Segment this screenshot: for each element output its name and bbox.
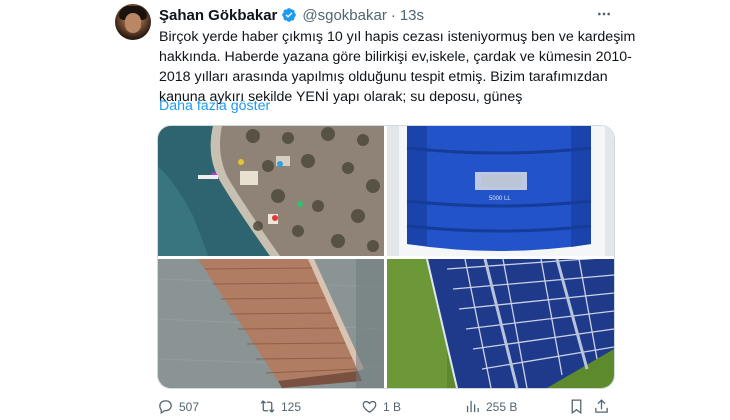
tweet-text-line: hakkında. Haberde yazana göre bilirkişi … — [159, 49, 632, 65]
retweet-icon — [260, 400, 275, 413]
share-button[interactable] — [593, 398, 610, 415]
reply-count: 507 — [179, 399, 200, 414]
reply-button[interactable]: 507 — [157, 398, 199, 415]
action-bar: 507 125 1 B 255 B — [157, 398, 613, 418]
author-name[interactable]: Şahan Gökbakar — [159, 7, 277, 24]
tweet: Şahan Gökbakar @sgokbakar · 13s Birçok y… — [0, 0, 730, 420]
solar-panel-photo[interactable] — [387, 259, 614, 388]
like-button[interactable]: 1 B — [361, 398, 401, 415]
water-tank-photo[interactable]: 5000 LL — [387, 126, 614, 256]
retweet-count: 125 — [281, 399, 302, 414]
pier-photo[interactable] — [158, 259, 384, 388]
share-icon — [595, 399, 608, 413]
tweet-text-line: 2018 yılları arasında yapılmış olduğunu … — [159, 69, 608, 85]
timestamp[interactable]: 13s — [400, 7, 424, 24]
like-count: 1 B — [383, 399, 402, 414]
bookmark-button[interactable] — [568, 398, 585, 415]
reply-icon — [159, 400, 172, 415]
views-button[interactable]: 255 B — [464, 398, 517, 415]
author-handle[interactable]: @sgokbakar — [302, 7, 386, 24]
views-icon — [466, 400, 479, 413]
views-count: 255 B — [486, 399, 518, 414]
separator-dot: · — [390, 6, 396, 24]
tweet-header: Şahan Gökbakar @sgokbakar · 13s — [159, 5, 424, 25]
tweet-text: Birçok yerde haber çıkmış 10 yıl hapis c… — [159, 27, 636, 107]
show-more-link[interactable]: Daha fazla göster — [159, 98, 270, 114]
water-tank-label: 5000 LL — [489, 196, 511, 202]
verified-badge-icon — [282, 8, 297, 22]
aerial-photo[interactable] — [158, 126, 384, 256]
like-icon — [362, 400, 377, 413]
avatar[interactable] — [115, 4, 151, 40]
tweet-text-line: Birçok yerde haber çıkmış 10 yıl hapis c… — [159, 29, 636, 45]
retweet-button[interactable]: 125 — [259, 398, 301, 415]
bookmark-icon — [571, 399, 582, 415]
more-options-icon[interactable] — [596, 6, 612, 22]
media-grid: 5000 LL — [157, 125, 615, 389]
